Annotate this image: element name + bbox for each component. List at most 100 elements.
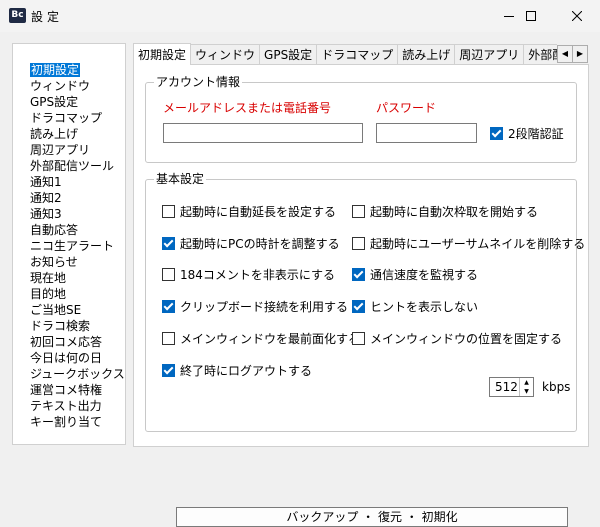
- checkbox-icon: [352, 204, 365, 218]
- sidebar-item-label: ウィンドウ: [30, 79, 91, 93]
- setting-checkbox[interactable]: 起動時にユーザーサムネイルを削除する: [352, 235, 585, 251]
- sidebar-item[interactable]: ニコ生アラート: [30, 238, 125, 254]
- sidebar-item[interactable]: 通知1: [30, 174, 125, 190]
- tab[interactable]: ウィンドウ: [190, 44, 261, 65]
- two-factor-checkbox[interactable]: 2段階認証: [490, 125, 564, 141]
- sidebar-item[interactable]: テキスト出力: [30, 398, 125, 414]
- sidebar-item[interactable]: ジュークボックス: [30, 366, 125, 382]
- sidebar-item[interactable]: 初期設定: [30, 62, 125, 78]
- checkbox-icon: [162, 363, 175, 377]
- sidebar-item[interactable]: 自動応答: [30, 222, 125, 238]
- sidebar-item[interactable]: 通知2: [30, 190, 125, 206]
- setting-checkbox[interactable]: ヒントを表示しない: [352, 298, 478, 314]
- checkbox-icon: [162, 267, 175, 281]
- tab[interactable]: 読み上げ: [397, 44, 456, 65]
- sidebar-item-label: 周辺アプリ: [30, 143, 91, 157]
- arrow-left-icon: ◀: [561, 49, 569, 58]
- tab-scroll-right-button[interactable]: ▶: [572, 45, 588, 63]
- sidebar-item[interactable]: キー割り当て: [30, 414, 125, 430]
- sidebar-item[interactable]: GPS設定: [30, 94, 125, 110]
- sidebar-item[interactable]: 現在地: [30, 270, 125, 286]
- close-button[interactable]: [554, 0, 600, 32]
- sidebar-item-label: 初回コメ応答: [30, 335, 103, 349]
- sidebar-item[interactable]: 今日は何の日: [30, 350, 125, 366]
- speed-down-button[interactable]: ▼: [520, 387, 533, 396]
- sidebar-item-label: お知らせ: [30, 255, 78, 269]
- setting-checkbox[interactable]: 終了時にログアウトする: [162, 362, 312, 378]
- setting-checkbox[interactable]: 起動時に自動延長を設定する: [162, 203, 336, 219]
- tab-strip: 初期設定ウィンドウGPS設定ドラコマップ読み上げ周辺アプリ外部配信ツ ◀ ▶: [133, 43, 588, 65]
- backup-restore-reset-button[interactable]: バックアップ ・ 復元 ・ 初期化: [176, 507, 568, 527]
- checkbox-icon: [490, 126, 503, 140]
- sidebar-item[interactable]: ドラコ検索: [30, 318, 125, 334]
- sidebar-item-label: 読み上げ: [30, 127, 79, 141]
- speed-up-button[interactable]: ▲: [520, 378, 533, 387]
- password-input[interactable]: [376, 123, 477, 143]
- setting-checkbox-label: 起動時にPCの時計を調整する: [180, 236, 340, 251]
- sidebar-item[interactable]: 読み上げ: [30, 126, 125, 142]
- setting-checkbox[interactable]: 起動時に自動次枠取を開始する: [352, 203, 538, 219]
- sidebar-item[interactable]: 目的地: [30, 286, 125, 302]
- sidebar-item[interactable]: 周辺アプリ: [30, 142, 125, 158]
- sidebar-item-label: 現在地: [30, 271, 67, 285]
- setting-checkbox[interactable]: メインウィンドウを最前面化する: [162, 330, 360, 346]
- speed-unit: kbps: [542, 380, 571, 394]
- tab-scroll-arrows: ◀ ▶: [557, 45, 588, 63]
- app-icon: Bc: [9, 8, 26, 23]
- sidebar-item[interactable]: 運営コメ特権: [30, 382, 125, 398]
- account-info-group-title: アカウント情報: [154, 74, 243, 90]
- setting-checkbox-label: 通信速度を監視する: [370, 267, 479, 282]
- sidebar-item-label: 通知1: [30, 175, 62, 189]
- checkbox-icon: [162, 236, 175, 250]
- sidebar-item-label: ドラコマップ: [30, 111, 103, 125]
- password-label: パスワード: [376, 101, 437, 115]
- tab-scroll-left-button[interactable]: ◀: [557, 45, 573, 63]
- sidebar-item[interactable]: 通知3: [30, 206, 125, 222]
- tab[interactable]: 周辺アプリ: [454, 44, 525, 65]
- checkbox-icon: [352, 299, 365, 313]
- email-input[interactable]: [163, 123, 363, 143]
- setting-checkbox[interactable]: メインウィンドウの位置を固定する: [352, 330, 562, 346]
- sidebar-item-label: ご当地SE: [30, 303, 82, 317]
- setting-checkbox[interactable]: クリップボード接続を利用する: [162, 298, 348, 314]
- tab[interactable]: ドラコマップ: [316, 44, 399, 65]
- checkbox-icon: [162, 331, 175, 345]
- checkbox-icon: [162, 204, 175, 218]
- maximize-button[interactable]: [508, 0, 554, 32]
- setting-checkbox-label: クリップボード接続を利用する: [180, 299, 349, 314]
- tab[interactable]: 外部配信ツ: [523, 44, 557, 65]
- sidebar-item[interactable]: ご当地SE: [30, 302, 125, 318]
- setting-checkbox-label: 終了時にログアウトする: [180, 363, 313, 378]
- settings-category-list[interactable]: 初期設定 ウィンドウ GPS設定 ドラコマップ 読み上げ 周辺アプリ 外部配信ツール 通知1 通…: [12, 43, 126, 445]
- sidebar-item-label: 外部配信ツール: [30, 159, 115, 173]
- tab[interactable]: 初期設定: [133, 43, 192, 65]
- sidebar-item-label: GPS設定: [30, 95, 79, 109]
- sidebar-item-label: 通知3: [30, 207, 62, 221]
- sidebar-item[interactable]: 外部配信ツール: [30, 158, 125, 174]
- setting-checkbox[interactable]: 通信速度を監視する: [352, 266, 478, 282]
- checkbox-icon: [352, 331, 365, 345]
- account-info-group: アカウント情報 メールアドレスまたは電話番号 パスワード 2段階認証: [145, 74, 577, 163]
- sidebar-item-label: テキスト出力: [30, 399, 102, 413]
- setting-checkbox[interactable]: 起動時にPCの時計を調整する: [162, 235, 340, 251]
- setting-checkbox-label: 起動時に自動延長を設定する: [180, 204, 337, 219]
- sidebar-item[interactable]: お知らせ: [30, 254, 125, 270]
- checkbox-icon: [162, 299, 175, 313]
- sidebar-item[interactable]: ウィンドウ: [30, 78, 125, 94]
- speed-spinbox[interactable]: 512 ▲ ▼: [489, 377, 534, 397]
- close-icon: [572, 11, 582, 21]
- sidebar-item[interactable]: 初回コメ応答: [30, 334, 125, 350]
- checkbox-icon: [352, 236, 365, 250]
- title-bar: Bc 設定: [0, 0, 600, 32]
- basic-settings-group: 基本設定 起動時に自動延長を設定する 起動時に自動次枠取を開始する起動時にPCの時…: [145, 171, 585, 527]
- sidebar-item-label: キー割り当て: [30, 415, 103, 429]
- setting-checkbox-label: メインウィンドウの位置を固定する: [370, 331, 563, 346]
- sidebar-item-label: 初期設定: [30, 63, 81, 77]
- tab[interactable]: GPS設定: [259, 44, 318, 65]
- arrow-right-icon: ▶: [576, 49, 584, 58]
- sidebar-item[interactable]: ドラコマップ: [30, 110, 125, 126]
- basic-settings-group-title: 基本設定: [154, 171, 207, 187]
- setting-checkbox-label: 起動時に自動次枠取を開始する: [370, 204, 539, 219]
- setting-checkbox[interactable]: 184コメントを非表示にする: [162, 266, 335, 282]
- checkbox-icon: [352, 267, 365, 281]
